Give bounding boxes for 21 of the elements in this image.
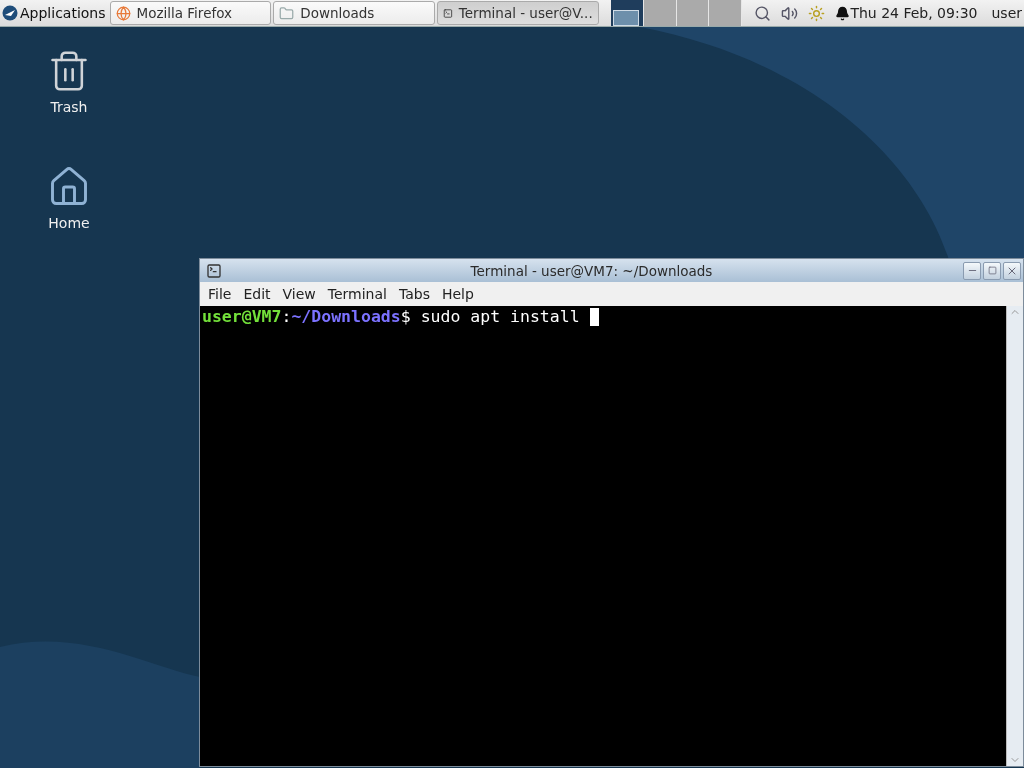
taskbar-button[interactable]: Downloads	[273, 1, 435, 25]
menu-item[interactable]: Help	[435, 286, 480, 302]
prompt-symbol: $	[400, 307, 411, 326]
taskbar-button[interactable]: Terminal - user@V...	[436, 1, 599, 25]
desktop-icon-label[interactable]: Home	[48, 215, 90, 231]
desktop-icon-label[interactable]: Trash	[50, 99, 88, 115]
menu-item[interactable]: Edit	[237, 286, 277, 302]
prompt-user: user@VM7	[202, 307, 282, 326]
menu-item[interactable]: Terminal	[321, 286, 393, 302]
taskbar-button[interactable]: Mozilla Firefox	[109, 1, 272, 25]
command-text: sudo apt install	[420, 307, 580, 326]
terminal-area[interactable]: user@VM7:~/Downloads$ sudo apt install	[200, 306, 1006, 766]
prompt-path: ~/Downloads	[291, 307, 401, 326]
applications-menu[interactable]: Applications	[0, 0, 110, 26]
menu-item[interactable]: View	[276, 286, 322, 302]
menu-item[interactable]: File	[202, 286, 238, 302]
user-menu[interactable]: user	[991, 5, 1024, 21]
window-title: Terminal - user@VM7: ~/Downloads	[469, 262, 714, 279]
menu-item[interactable]: Tabs	[392, 286, 436, 302]
clock[interactable]: Thu 24 Feb, 09:30	[850, 5, 978, 21]
prompt-separator: :	[281, 307, 292, 326]
